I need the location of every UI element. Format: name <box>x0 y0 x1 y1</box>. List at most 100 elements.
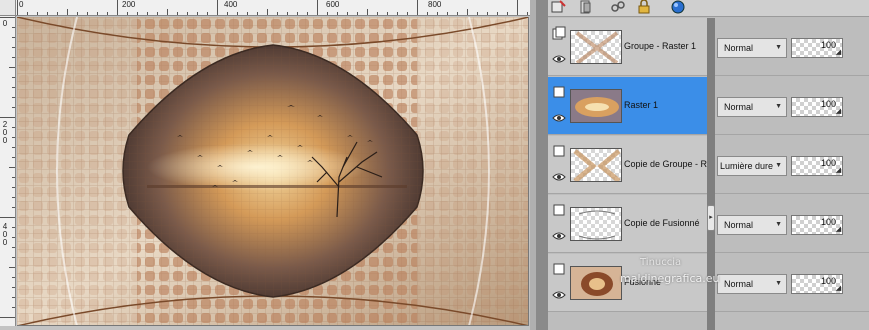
visibility-eye-icon[interactable] <box>552 54 566 64</box>
ruler-corner <box>0 0 16 16</box>
visibility-eye-icon[interactable] <box>552 231 566 241</box>
blend-mode-select[interactable]: Lumière dure ▼ <box>717 156 787 176</box>
layer-row-copie-de-fusionne[interactable]: Copie de Fusionné <box>548 195 708 253</box>
ruler-tick <box>12 57 15 58</box>
opacity-field[interactable]: 100 ◢ <box>791 38 843 58</box>
ruler-tick <box>107 12 108 15</box>
layer-thumbnail <box>570 30 622 64</box>
ruler-tick <box>67 9 68 15</box>
blend-mode-value: Lumière dure <box>720 161 774 171</box>
layer-group-icon[interactable] <box>552 26 566 40</box>
layer-thumbnail <box>570 207 622 241</box>
ruler-tick <box>47 12 48 15</box>
ruler-tick <box>257 12 258 15</box>
opacity-value: 100 <box>820 276 836 286</box>
ruler-tick <box>327 12 328 15</box>
mask-icon[interactable] <box>578 0 594 14</box>
ruler-tick <box>12 87 15 88</box>
resize-corner-icon: ◢ <box>835 167 841 174</box>
lock-icon[interactable] <box>636 0 652 14</box>
layer-raster-icon[interactable] <box>552 203 566 217</box>
ruler-tick <box>277 12 278 15</box>
ruler-tick <box>527 12 528 15</box>
layer-row-raster-1[interactable]: Raster 1 <box>548 77 708 135</box>
visibility-eye-icon[interactable] <box>552 290 566 300</box>
canvas-pane: 0 200 400 600 800 0 2 0 0 4 0 0 <box>0 0 536 330</box>
ruler-tick <box>12 197 15 198</box>
pane-separator[interactable] <box>536 0 548 330</box>
ruler-tick <box>12 137 15 138</box>
layer-row-groupe-raster-1[interactable]: Groupe - Raster 1 <box>548 18 708 76</box>
ruler-tick <box>12 187 15 188</box>
ruler-tick <box>57 12 58 15</box>
horizontal-ruler: 0 200 400 600 800 <box>16 0 530 16</box>
layer-thumbnail <box>570 148 622 182</box>
ruler-tick <box>287 12 288 15</box>
ruler-tick <box>137 12 138 15</box>
ruler-tick <box>117 0 118 15</box>
visibility-eye-icon[interactable] <box>552 172 566 182</box>
layer-raster-icon[interactable] <box>552 85 566 99</box>
blend-mode-value: Normal <box>724 279 754 289</box>
ruler-tick <box>0 217 15 218</box>
opacity-field[interactable]: 100 ◢ <box>791 274 843 294</box>
ruler-tick <box>507 12 508 15</box>
ruler-tick <box>437 12 438 15</box>
opacity-field[interactable]: 100 ◢ <box>791 97 843 117</box>
ruler-label: 4 0 0 <box>2 222 8 247</box>
ruler-label: 400 <box>224 0 238 9</box>
watermark-author: Tinuccia <box>640 257 682 268</box>
blend-mode-select[interactable]: Normal ▼ <box>717 38 787 58</box>
ruler-tick <box>12 237 15 238</box>
ruler-tick <box>477 12 478 15</box>
layer-raster-icon[interactable] <box>552 144 566 158</box>
ruler-tick <box>12 227 15 228</box>
ruler-label: 2 0 0 <box>2 120 8 145</box>
opacity-field[interactable]: 100 ◢ <box>791 215 843 235</box>
ruler-tick <box>167 9 168 15</box>
layer-row-copie-de-groupe[interactable]: Copie de Groupe - R <box>548 136 708 194</box>
opacity-value: 100 <box>820 40 836 50</box>
layer-raster-icon[interactable] <box>552 262 566 276</box>
image-canvas[interactable] <box>17 17 529 326</box>
chevron-down-icon: ▼ <box>775 162 782 169</box>
ruler-tick <box>417 0 418 15</box>
link-icon[interactable] <box>610 0 626 14</box>
ruler-tick <box>407 12 408 15</box>
opacity-field[interactable]: 100 ◢ <box>791 156 843 176</box>
layer-properties-row: Normal ▼ 100 ◢ <box>715 254 869 312</box>
ruler-tick <box>337 12 338 15</box>
psp-workspace: 0 200 400 600 800 0 2 0 0 4 0 0 Groupe -… <box>0 0 869 330</box>
layer-name: Raster 1 <box>624 100 659 110</box>
blend-mode-select[interactable]: Normal ▼ <box>717 274 787 294</box>
ruler-tick <box>17 0 18 15</box>
ruler-tick <box>0 117 15 118</box>
blend-opacity-column: Normal ▼ 100 ◢ Normal ▼ 100 ◢ Lumière dure ▼ … <box>715 18 869 330</box>
ruler-tick <box>12 177 15 178</box>
ruler-tick <box>12 277 15 278</box>
ruler-tick <box>517 0 518 15</box>
ruler-tick <box>12 247 15 248</box>
watermark-site: maldinegrafica.eu <box>620 272 720 285</box>
ruler-label: 200 <box>122 0 136 9</box>
blend-mode-select[interactable]: Normal ▼ <box>717 215 787 235</box>
layers-new-icon[interactable] <box>550 0 566 14</box>
ruler-tick <box>37 12 38 15</box>
sphere-icon[interactable] <box>670 0 686 14</box>
ruler-tick <box>12 257 15 258</box>
ruler-tick <box>12 47 15 48</box>
ruler-tick <box>87 12 88 15</box>
ruler-tick <box>377 12 378 15</box>
artwork-image <box>17 17 528 325</box>
ruler-tick <box>147 12 148 15</box>
ruler-tick <box>297 12 298 15</box>
chevron-down-icon: ▼ <box>775 221 782 228</box>
ruler-tick <box>267 9 268 15</box>
layer-properties-row: Normal ▼ 100 ◢ <box>715 77 869 135</box>
blend-mode-select[interactable]: Normal ▼ <box>717 97 787 117</box>
visibility-eye-icon[interactable] <box>552 113 566 123</box>
ruler-tick <box>9 267 15 268</box>
expand-handle-icon[interactable]: ▸ <box>707 205 715 231</box>
ruler-label: 0 <box>2 19 8 28</box>
ruler-tick <box>197 12 198 15</box>
